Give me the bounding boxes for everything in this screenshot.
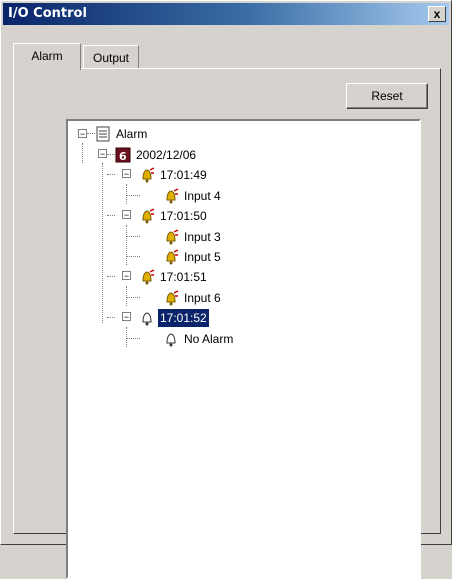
tree-node-label: 17:01:50: [160, 208, 207, 223]
tree-node-time[interactable]: 17:01:49: [139, 165, 209, 183]
alarm-bell-icon: [166, 229, 179, 245]
tree-node-alarm[interactable]: Alarm: [95, 124, 149, 142]
alarm-bell-icon: [142, 167, 155, 183]
tree-node-label-selected: 17:01:52: [158, 308, 209, 327]
tree-node-input[interactable]: No Alarm: [163, 329, 235, 347]
tree-node-label: No Alarm: [184, 331, 234, 346]
expander-time-1[interactable]: −: [122, 169, 131, 179]
svg-text:6: 6: [119, 150, 127, 163]
tree-node-input[interactable]: Input 4: [163, 186, 223, 204]
tree-node-time[interactable]: 17:01:50: [139, 206, 209, 224]
alarm-bell-icon: [166, 290, 179, 306]
tab-output[interactable]: Output: [83, 45, 139, 69]
alarm-tab-panel: Reset − Alarm − 6 2002/12/06 − 17:01:49 …: [13, 68, 441, 579]
tree-node-label: Input 3: [184, 229, 221, 244]
list-icon: [96, 126, 110, 142]
tree-node-input[interactable]: Input 5: [163, 247, 223, 265]
bell-icon: [142, 312, 152, 326]
tree-node-input[interactable]: Input 6: [163, 288, 223, 306]
tree-node-time[interactable]: 17:01:51: [139, 267, 209, 285]
io-control-window: I/O Control x Alarm Output Reset − Alarm…: [0, 0, 452, 579]
tree-node-label: Input 5: [184, 249, 221, 264]
expander-time-2[interactable]: −: [122, 210, 131, 220]
tree-node-label: Input 4: [184, 188, 221, 203]
alarm-tree[interactable]: − Alarm − 6 2002/12/06 − 17:01:49 Input …: [66, 119, 421, 579]
tree-node-date[interactable]: 6 2002/12/06: [115, 145, 198, 163]
tree-node-label: 2002/12/06: [136, 147, 197, 162]
tab-alarm[interactable]: Alarm: [13, 43, 81, 70]
title-bar[interactable]: I/O Control x: [3, 3, 449, 25]
bell-icon: [166, 333, 176, 347]
tree-node-time[interactable]: 17:01:52: [139, 308, 209, 327]
expander-time-4[interactable]: −: [122, 312, 131, 322]
alarm-bell-icon: [166, 249, 179, 265]
alarm-bell-icon: [166, 188, 179, 204]
calendar-icon: 6: [115, 147, 131, 163]
tree-node-label: 17:01:51: [160, 269, 207, 284]
tree-node-label: Input 6: [184, 290, 221, 305]
alarm-bell-icon: [142, 208, 155, 224]
expander-date[interactable]: −: [98, 149, 107, 159]
tree-node-label: Alarm: [116, 126, 148, 141]
window-title: I/O Control: [8, 6, 87, 21]
tree-node-label: 17:01:49: [160, 167, 207, 182]
expander-time-3[interactable]: −: [122, 271, 131, 281]
close-button[interactable]: x: [428, 6, 446, 22]
alarm-bell-icon: [142, 269, 155, 285]
tree-node-input[interactable]: Input 3: [163, 227, 223, 245]
reset-button[interactable]: Reset: [346, 83, 428, 109]
expander-alarm[interactable]: −: [78, 129, 87, 139]
